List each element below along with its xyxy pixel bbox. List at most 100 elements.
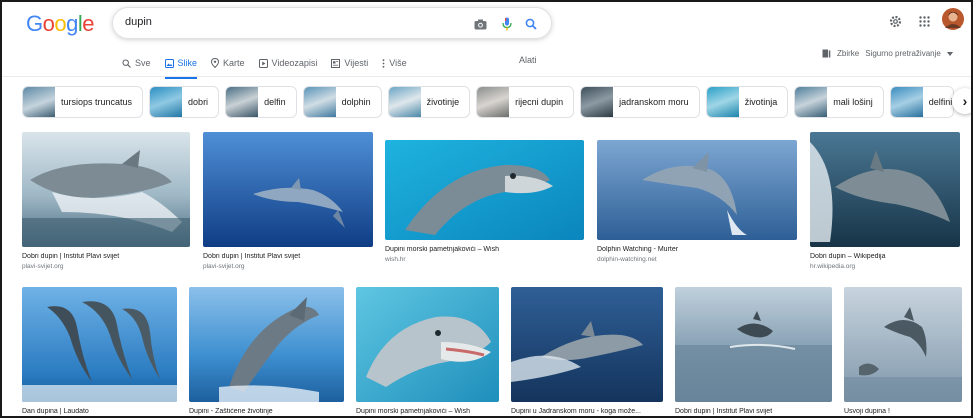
- result-title[interactable]: Dobri dupin – Wikipedija: [810, 253, 960, 260]
- image-result[interactable]: Dobri dupin | Institut Plavi svijet plav…: [203, 132, 373, 270]
- chip-label: dolphin: [341, 97, 371, 107]
- chevron-down-icon[interactable]: [946, 51, 953, 56]
- tab-label: Slike: [177, 58, 198, 68]
- chip-label: delfini: [928, 97, 953, 107]
- chip-thumbnail: [706, 87, 739, 117]
- image-result[interactable]: Dupini morski pametnjakovići – Wish wish…: [385, 140, 584, 263]
- nav-right: Zbirke Sigurno pretraživanje: [822, 49, 953, 58]
- browser-frame: Google dupin Sve Slike Karte Videozapisi…: [0, 0, 973, 418]
- chip[interactable]: delfin: [225, 86, 297, 118]
- chip-label: mali lošinj: [833, 97, 873, 107]
- result-title[interactable]: Usvoji dupina !: [844, 408, 962, 415]
- news-icon: [331, 58, 341, 68]
- chip-label: životinja: [744, 97, 778, 107]
- safe-search-link[interactable]: Sigurno pretraživanje: [865, 49, 941, 58]
- image-result[interactable]: Dan dupina | Laudato: [22, 287, 177, 416]
- result-source: dolphin-watching.net: [597, 256, 657, 263]
- collections-icon[interactable]: [822, 49, 831, 58]
- chip[interactable]: delfini: [889, 86, 954, 118]
- chip[interactable]: dolphin: [302, 86, 382, 118]
- result-title[interactable]: Dupini morski pametnjakovići – Wish: [385, 246, 584, 253]
- collections-link[interactable]: Zbirke: [837, 49, 859, 58]
- tab-label: Više: [389, 58, 407, 68]
- result-title[interactable]: Dan dupina | Laudato: [22, 408, 177, 415]
- result-image[interactable]: [22, 287, 177, 402]
- chip[interactable]: tursiops truncatus: [22, 86, 144, 118]
- image-result[interactable]: Dolphin Watching - Murter dolphin-watchi…: [597, 140, 797, 263]
- video-icon: [258, 58, 268, 68]
- chip-thumbnail: [303, 87, 336, 117]
- chip-thumbnail: [150, 87, 183, 117]
- chip-label: životinje: [426, 97, 460, 107]
- result-source: hr.wikipedia.org: [810, 263, 856, 270]
- result-title[interactable]: Dobri dupin | Institut Plavi svijet: [22, 253, 190, 260]
- chip[interactable]: rijecni dupin: [476, 86, 575, 118]
- image-result[interactable]: Dupini u Jadranskom moru - koga može...: [511, 287, 663, 416]
- chip-thumbnail: [890, 87, 923, 117]
- chip-label: delfin: [264, 97, 286, 107]
- tab-karte[interactable]: Karte: [211, 55, 245, 71]
- microphone-icon[interactable]: [499, 16, 515, 32]
- tab-slike[interactable]: Slike: [164, 55, 198, 79]
- chip-thumbnail: [388, 87, 421, 117]
- result-image[interactable]: [203, 132, 373, 247]
- chip[interactable]: jadranskom moru: [580, 86, 700, 118]
- search-input[interactable]: dupin: [125, 16, 152, 28]
- related-search-chips: tursiops truncatus dobri delfin dolphin …: [22, 86, 954, 118]
- chip-label: dobri: [188, 97, 209, 107]
- search-icon: [122, 59, 131, 68]
- image-result[interactable]: Dobri dupin – Wikipedija hr.wikipedia.or…: [810, 132, 960, 270]
- search-box[interactable]: dupin: [112, 7, 552, 39]
- image-icon: [164, 58, 174, 68]
- result-image[interactable]: [511, 287, 663, 402]
- settings-gear-icon[interactable]: [887, 10, 903, 32]
- result-source: plavi-svijet.org: [22, 263, 64, 270]
- tab-label: Vijesti: [344, 58, 369, 68]
- result-title[interactable]: Dupini morski pametnjakovići – Wish: [356, 408, 499, 415]
- tab-videozapisi[interactable]: Videozapisi: [258, 55, 318, 71]
- result-title[interactable]: Dolphin Watching - Murter: [597, 246, 797, 253]
- result-image[interactable]: [385, 140, 584, 240]
- tab-label: Videozapisi: [271, 58, 318, 68]
- tab-label: Karte: [223, 58, 245, 68]
- search-nav-tabs: Sve Slike Karte Videozapisi Vijesti Više: [122, 55, 407, 79]
- chip[interactable]: mali lošinj: [794, 86, 884, 118]
- image-result[interactable]: Dobri dupin | Institut Plavi svijet: [675, 287, 832, 416]
- chevron-right-icon[interactable]: ›: [952, 88, 971, 114]
- result-image[interactable]: [597, 140, 797, 240]
- tab-vijesti[interactable]: Vijesti: [331, 55, 368, 71]
- chip-thumbnail: [477, 87, 510, 117]
- search-icon[interactable]: [523, 16, 539, 32]
- result-image[interactable]: [189, 287, 344, 402]
- result-source: plavi-svijet.org: [203, 263, 245, 270]
- tools-button[interactable]: Alati: [519, 55, 537, 65]
- chip[interactable]: dobri: [149, 86, 220, 118]
- chip[interactable]: životinja: [705, 86, 789, 118]
- result-source: wish.hr: [385, 256, 406, 263]
- chip-thumbnail: [795, 87, 828, 117]
- image-result[interactable]: Usvoji dupina !: [844, 287, 962, 416]
- chip-label: tursiops truncatus: [61, 97, 133, 107]
- tab-label: Sve: [135, 58, 151, 68]
- apps-grid-icon[interactable]: [917, 10, 931, 32]
- avatar[interactable]: [942, 8, 964, 30]
- tab-vise[interactable]: Više: [382, 55, 407, 71]
- camera-icon[interactable]: [472, 16, 488, 32]
- google-logo[interactable]: Google: [26, 11, 95, 37]
- image-result[interactable]: Dobri dupin | Institut Plavi svijet plav…: [22, 132, 190, 270]
- result-image[interactable]: [675, 287, 832, 402]
- chip-thumbnail: [581, 87, 614, 117]
- result-title[interactable]: Dobri dupin | Institut Plavi svijet: [203, 253, 373, 260]
- result-image[interactable]: [844, 287, 962, 402]
- result-image[interactable]: [810, 132, 960, 247]
- chip[interactable]: životinje: [387, 86, 471, 118]
- header-divider: [2, 76, 971, 77]
- image-result[interactable]: Dupini - Zaštićene životinje: [189, 287, 344, 416]
- result-title[interactable]: Dupini - Zaštićene životinje: [189, 408, 344, 415]
- result-image[interactable]: [356, 287, 499, 402]
- result-title[interactable]: Dupini u Jadranskom moru - koga može...: [511, 408, 663, 415]
- result-title[interactable]: Dobri dupin | Institut Plavi svijet: [675, 408, 832, 415]
- tab-sve[interactable]: Sve: [122, 55, 151, 71]
- image-result[interactable]: Dupini morski pametnjakovići – Wish: [356, 287, 499, 416]
- result-image[interactable]: [22, 132, 190, 247]
